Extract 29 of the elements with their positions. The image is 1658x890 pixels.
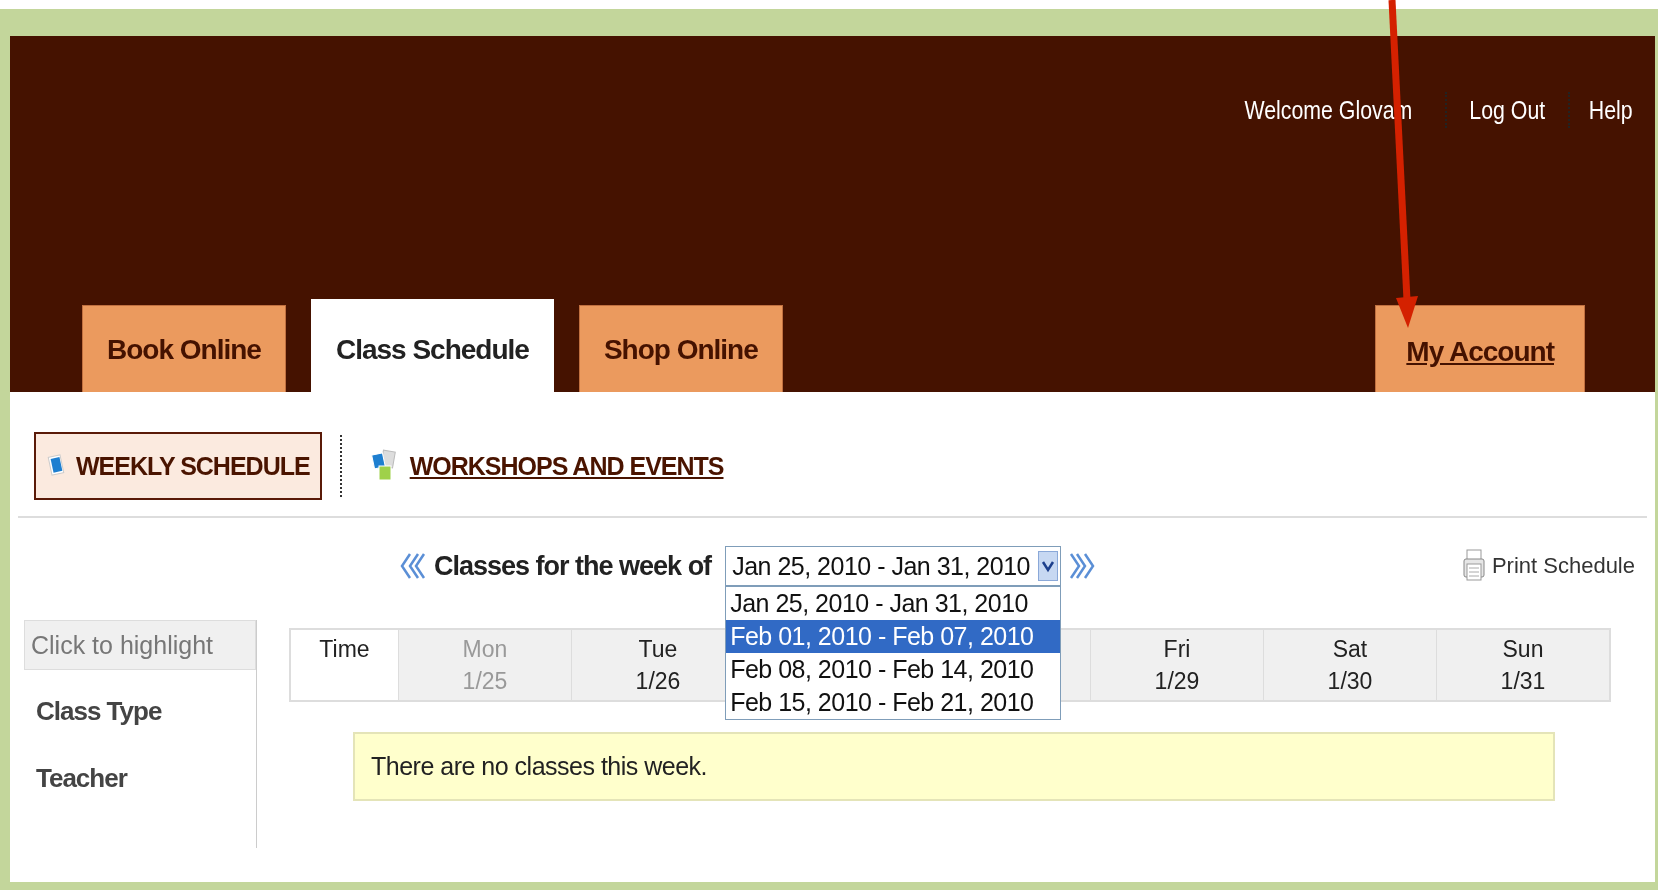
day-header: Mon 1/25 [462,634,508,696]
week-title: Classes for the week of [434,550,712,582]
day-header: Sat 1/30 [1327,634,1373,696]
week-option[interactable]: Feb 08, 2010 - Feb 14, 2010 [726,653,1060,686]
next-week-icon[interactable] [1069,551,1097,581]
nav-tab[interactable]: Class Schedule [310,299,554,392]
column-header: Time [319,636,370,663]
no-classes-message: There are no classes this week. [353,732,1555,801]
week-option[interactable]: Feb 01, 2010 - Feb 07, 2010 [726,620,1060,653]
dropdown-caret-icon [1038,551,1058,581]
filter-label[interactable]: Teacher [24,737,256,804]
week-option[interactable]: Feb 15, 2010 - Feb 21, 2010 [726,686,1060,719]
highlight-field[interactable]: Click to highlight [24,620,256,670]
nav-tab[interactable]: Shop Online [578,305,783,392]
nav-tab[interactable]: Book Online [82,305,286,392]
previous-week-icon[interactable] [398,551,426,581]
day-header: Sun 1/31 [1500,634,1546,696]
print-schedule-link[interactable]: Print Schedule [1461,548,1635,584]
week-option[interactable]: Jan 25, 2010 - Jan 31, 2010 [726,587,1060,620]
my-account-tab[interactable]: My Account [1375,305,1585,392]
day-header: Tue 1/26 [635,634,681,696]
header-link[interactable]: Log Out [1469,94,1546,126]
subnav-tab[interactable]: WEEKLY SCHEDULE [34,432,322,500]
filter-label[interactable]: Class Type [24,670,256,737]
subnav-tab[interactable]: WORKSHOPS AND EVENTS [359,432,734,500]
day-header: Fri 1/29 [1154,634,1200,696]
printer-icon [1461,548,1486,584]
header-link[interactable]: Help [1588,94,1633,126]
week-select[interactable]: Jan 25, 2010 - Jan 31, 2010 [725,546,1061,586]
